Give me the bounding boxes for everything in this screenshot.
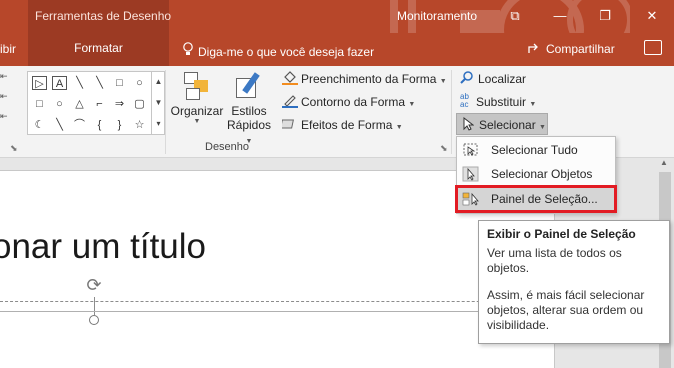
placeholder-border [0,301,550,302]
tell-me-text: Diga-me o que você deseja fazer [198,45,375,59]
handle-connector [94,297,95,315]
document-title: Monitoramento [397,9,478,23]
textbox-shape-icon[interactable]: ▷ [32,76,47,90]
arrow-line-shape-icon[interactable]: ╲ [92,76,107,90]
line-shape-icon[interactable]: ╲ [72,76,87,90]
gallery-scroll-up-icon[interactable]: ▲ [152,71,165,92]
maximize-button[interactable]: ❐ [595,6,615,26]
share-label: Compartilhar [546,42,615,56]
arrange-button[interactable]: Organizar ▼ [168,70,226,140]
menu-item-select-objects[interactable]: Selecionar Objetos [457,162,615,186]
ribbon-tabs: ibir Formatar Diga-me o que você deseja … [0,33,674,66]
arrange-label: Organizar [170,104,224,118]
find-button[interactable]: Localizar [460,71,526,86]
rounded-rect-shape-icon[interactable]: □ [32,97,47,111]
menu-item-selection-pane[interactable]: Painel de Seleção... [455,185,617,213]
quick-styles-button[interactable]: Estilos Rápidos ▼ [224,70,274,145]
close-button[interactable]: ✕ [642,6,662,26]
menu-item-label: Painel de Seleção... [491,192,598,206]
tell-me-box[interactable]: Diga-me o que você deseja fazer [182,42,374,59]
chevron-down-icon: ▼ [408,101,416,108]
comments-icon[interactable] [644,40,662,55]
divider [451,70,452,154]
dialog-launcher-icon[interactable]: ⬊ [10,143,18,154]
brace-left-shape-icon[interactable]: { [92,118,107,132]
tab-exibir[interactable]: ibir [0,42,16,56]
selection-pane-tooltip: Exibir o Painel de Seleção Ver uma lista… [478,220,670,344]
brace-right-shape-icon[interactable]: } [112,118,127,132]
quick-styles-icon [234,72,264,100]
curve-shape-icon[interactable]: ╲ [52,118,67,132]
chevron-down-icon: ▼ [439,78,447,85]
selection-pane-icon [462,192,479,206]
textbox-a-shape-icon[interactable]: A [52,76,67,90]
select-all-icon [463,143,478,156]
resize-handle[interactable] [89,315,99,325]
dialog-launcher-icon[interactable]: ⬊ [440,143,448,154]
select-dropdown-menu: Selecionar Tudo Selecionar Objetos Paine… [455,136,617,214]
previous-group-partial: ⇤ ⇤ ⇤ [0,71,8,121]
gallery-scrollbar[interactable]: ▲ ▼ ▾ [151,71,165,135]
tooltip-description-1: Ver uma lista de todos os objetos. [487,246,622,275]
tooltip-description-2: Assim, é mais fácil selecionar objetos, … [487,288,645,332]
scroll-up-icon[interactable]: ▲ [660,158,668,167]
circle-shape-icon[interactable]: ○ [52,97,67,111]
menu-item-label: Selecionar Tudo [491,143,578,157]
rotate-handle-icon[interactable]: ⟳ [84,275,104,295]
quick-styles-label-2: Rápidos [226,118,272,132]
lightbulb-icon [183,42,193,55]
chevron-down-icon: ▼ [193,118,201,125]
tab-formatar[interactable]: Formatar [28,33,169,66]
shape-effects-label: Efeitos de Forma [301,118,393,132]
chevron-down-icon: ▼ [395,124,403,131]
gallery-more-icon[interactable]: ▾ [152,113,165,134]
quick-styles-label-1: Estilos [231,104,267,118]
group-label-desenho: Desenho [205,141,250,153]
share-button[interactable]: Compartilhar [528,42,615,56]
gallery-scroll-down-icon[interactable]: ▼ [152,92,165,113]
moon-shape-icon[interactable]: ☾ [32,118,47,132]
arrange-icon [182,72,212,100]
triangle-shape-icon[interactable]: △ [72,97,87,111]
shape-outline-label: Contorno da Forma [301,95,406,109]
effects-icon [280,117,298,131]
callout-shape-icon[interactable]: ▢ [132,97,147,111]
replace-label: Substituir [476,95,527,109]
share-icon [528,43,538,53]
select-label: Selecionar [479,118,536,132]
menu-item-label: Selecionar Objetos [491,167,593,181]
placeholder-border-solid [0,311,555,312]
replace-button[interactable]: ab ac Substituir ▼ [460,92,537,110]
replace-icon: ab ac [460,92,469,109]
cursor-arrow-icon [462,166,479,182]
star-shape-icon[interactable]: ☆ [132,118,147,132]
divider [165,70,166,154]
elbow-connector-shape-icon[interactable]: ⌐ [92,97,107,111]
shape-effects-button[interactable]: Efeitos de Forma ▼ [280,117,403,137]
cursor-arrow-icon [463,116,475,131]
shape-fill-label: Preenchimento da Forma [301,72,437,86]
menu-item-select-all[interactable]: Selecionar Tudo [457,138,615,162]
find-label: Localizar [478,72,527,86]
rectangle-shape-icon[interactable]: □ [112,76,127,90]
shape-outline-button[interactable]: Contorno da Forma ▼ [282,94,415,114]
minimize-button[interactable]: — [550,6,570,26]
arc-shape-icon[interactable]: ⌒ [72,118,87,132]
oval-shape-icon[interactable]: ○ [132,76,147,90]
block-arrow-shape-icon[interactable]: ⇒ [112,97,127,111]
chevron-down-icon: ▼ [529,101,537,108]
ribbon-display-options-icon[interactable]: ⧉ [505,6,525,26]
context-group-title: Ferramentas de Desenho [35,9,172,23]
paint-bucket-icon [282,71,298,85]
select-button[interactable]: Selecionar ▼ [456,113,548,135]
tooltip-title: Exibir o Painel de Seleção [487,227,636,241]
title-bar: Ferramentas de Desenho Monitoramento ⧉ —… [0,0,674,66]
pen-outline-icon [282,94,298,108]
shape-fill-button[interactable]: Preenchimento da Forma ▼ [282,71,447,91]
shapes-gallery[interactable]: ▷ A ╲ ╲ □ ○ □ ○ △ ⌐ ⇒ ▢ ☾ ╲ ⌒ { } ☆ ▲ ▼ … [27,71,165,135]
chevron-down-icon: ▼ [539,124,546,131]
search-icon [460,71,473,84]
slide-title-placeholder[interactable]: onar um título [0,227,206,267]
